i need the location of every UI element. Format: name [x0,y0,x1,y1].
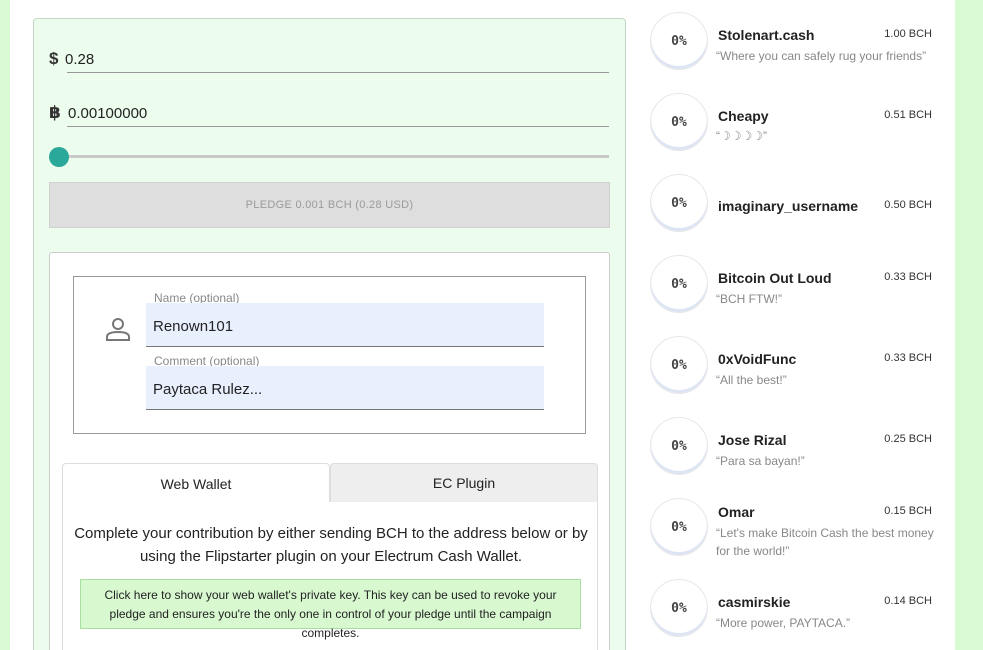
progress-circle: 0% [650,498,708,556]
backer-item: 0% Stolenart.cash 1.00 BCH “Where you ca… [645,10,945,80]
backer-comment: “Let's make Bitcoin Cash the best money … [716,526,934,558]
backer-comment: “BCH FTW!” [716,292,782,306]
dollar-icon: $ [49,49,59,68]
progress-circle: 0% [650,93,708,151]
usd-field-underline [67,72,609,73]
backer-name: Stolenart.cash [718,27,815,43]
bch-field-underline [67,126,609,127]
backer-amount: 0.15 BCH [884,505,932,517]
progress-circle: 0% [650,336,708,394]
tab-ec-plugin[interactable]: EC Plugin [330,463,598,503]
backer-amount: 0.33 BCH [884,271,932,283]
backer-comment: “Para sa bayan!” [716,454,805,468]
backer-name: Cheapy [718,108,769,124]
backer-name: imaginary_username [718,198,859,214]
backer-amount: 0.25 BCH [884,433,932,445]
backer-amount: 0.50 BCH [884,199,932,211]
backer-name: 0xVoidFunc [718,351,797,367]
backer-name: casmirskie [718,594,791,610]
usd-amount-value: 0.28 [65,51,95,68]
wallet-tabs: Web Wallet EC Plugin [62,463,598,503]
contribution-card: Name (optional) Renown101 Comment (optio… [49,252,610,650]
contribution-instructions: Complete your contribution by either sen… [74,525,588,565]
backer-comment: “Where you can safely rug your friends” [716,49,927,63]
backer-amount: 0.51 BCH [884,109,932,121]
name-input[interactable]: Renown101 [146,303,544,347]
progress-circle: 0% [650,12,708,70]
backers-list: 0% Stolenart.cash 1.00 BCH “Where you ca… [645,0,945,650]
progress-circle: 0% [650,417,708,475]
amount-slider-handle[interactable] [49,147,69,167]
web-wallet-tab-content: Complete your contribution by either sen… [62,502,598,650]
pledge-panel: $ 0.28 ฿ 0.00100000 PLEDGE 0.001 BCH (0.… [33,18,626,650]
pledge-button[interactable]: PLEDGE 0.001 BCH (0.28 USD) [49,182,610,228]
backer-item: 0% Omar 0.15 BCH “Let's make Bitcoin Cas… [645,496,945,566]
amount-slider-track[interactable] [59,155,609,158]
contributor-info-box: Name (optional) Renown101 Comment (optio… [73,276,586,434]
tab-web-wallet[interactable]: Web Wallet [62,463,330,503]
bch-amount-field[interactable]: ฿ 0.00100000 [49,91,609,127]
backer-comment: “More power, PAYTACA.” [716,616,851,630]
backer-item: 0% 0xVoidFunc 0.33 BCH “All the best!” [645,334,945,404]
page: $ 0.28 ฿ 0.00100000 PLEDGE 0.001 BCH (0.… [10,0,955,650]
backer-item: 0% casmirskie 0.14 BCH “More power, PAYT… [645,577,945,647]
backer-item: 0% Cheapy 0.51 BCH “☽☽☽☽” [645,91,945,161]
backer-name: Jose Rizal [718,432,787,448]
backer-comment: “☽☽☽☽” [716,129,768,143]
backer-amount: 0.14 BCH [884,595,932,607]
progress-circle: 0% [650,255,708,313]
backer-amount: 1.00 BCH [884,28,932,40]
backer-comment: “All the best!” [716,373,787,387]
backer-name: Omar [718,504,755,520]
comment-input[interactable]: Paytaca Rulez... [146,366,544,410]
usd-amount-field[interactable]: $ 0.28 [49,37,609,73]
backer-amount: 0.33 BCH [884,352,932,364]
show-private-key-notice[interactable]: Click here to show your web wallet's pri… [80,579,581,640]
backer-item: 0% Bitcoin Out Loud 0.33 BCH “BCH FTW!” [645,253,945,323]
backer-name: Bitcoin Out Loud [718,270,832,286]
person-icon [106,318,130,341]
progress-circle: 0% [650,174,708,232]
backer-item: 0% Jose Rizal 0.25 BCH “Para sa bayan!” [645,415,945,485]
bitcoin-icon: ฿ [49,103,61,122]
bch-amount-value: 0.00100000 [68,105,148,122]
progress-circle: 0% [650,579,708,637]
backer-item: 0% imaginary_username 0.50 BCH [645,172,945,242]
